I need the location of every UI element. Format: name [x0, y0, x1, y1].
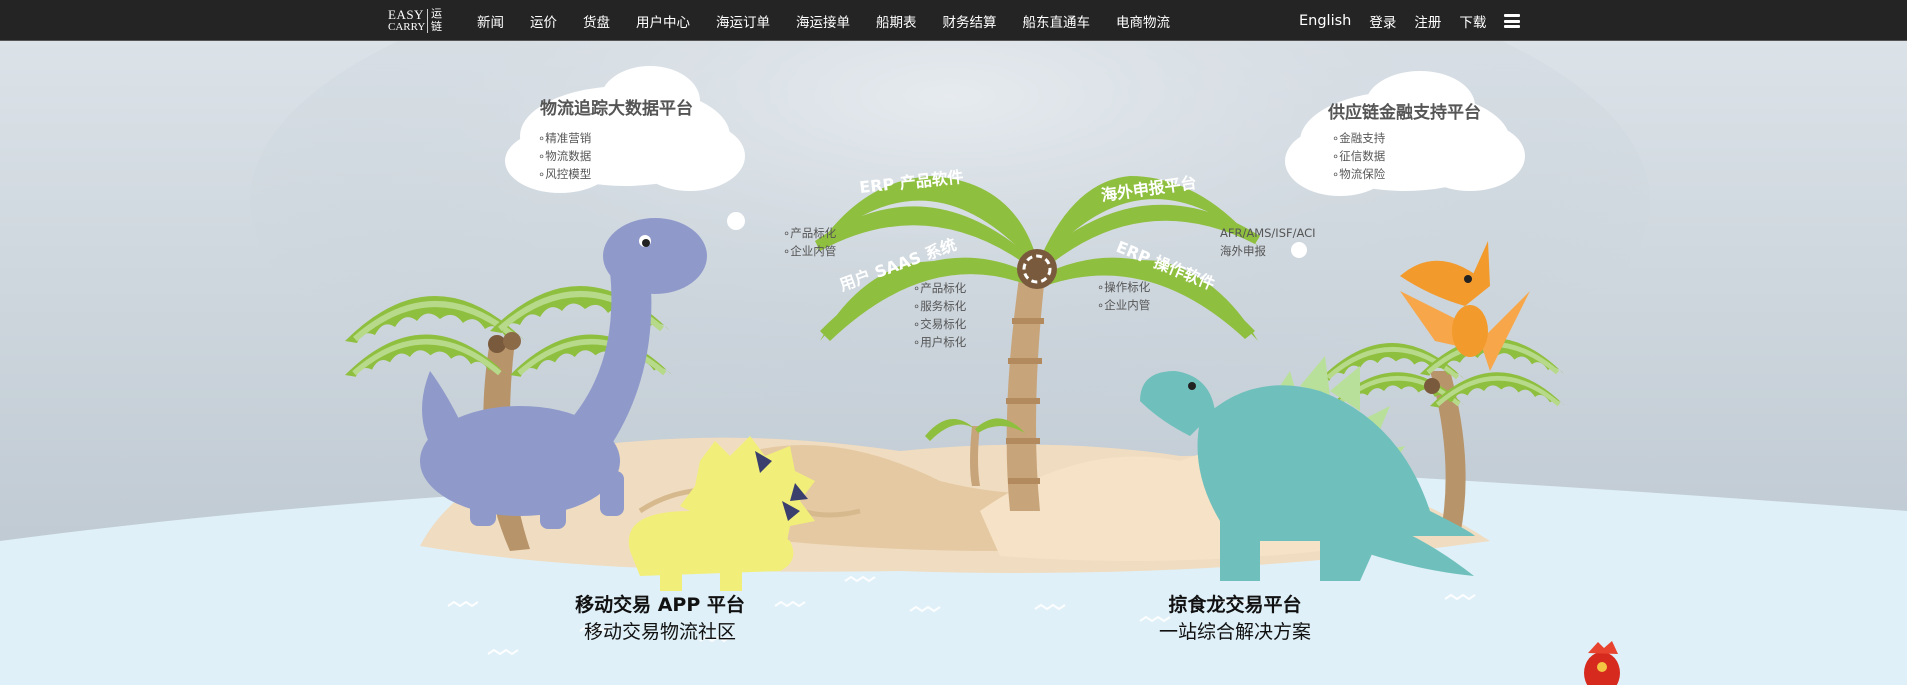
register-link[interactable]: 注册 [1414, 11, 1441, 31]
mobile-app-platform-subtitle: 移动交易物流社区 [583, 621, 736, 643]
nav-sea-accept-orders[interactable]: 海运接单 [796, 11, 850, 31]
nav-freight-rates[interactable]: 运价 [530, 11, 557, 31]
nav-schedule[interactable]: 船期表 [876, 11, 917, 31]
top-nav-bar: EASY CARRY 运链 新闻 运价 货盘 用户中心 海运订单 海运接单 船期… [0, 0, 1907, 41]
left-cloud-title: 物流追踪大数据平台 [540, 99, 693, 119]
nav-finance[interactable]: 财务结算 [943, 11, 997, 31]
predator-platform-title: 掠食龙交易平台 [1168, 594, 1302, 616]
left-cloud-item: ∘物流数据 [538, 149, 592, 163]
download-link[interactable]: 下载 [1459, 11, 1486, 31]
nav-sea-orders[interactable]: 海运订单 [716, 11, 770, 31]
hero-illustration: ERP 产品软件 海外申报平台 用户 SAAS 系统 ERP 操作软件 物流追踪… [0, 41, 1907, 685]
erp-product-item: ∘产品标化 [783, 226, 837, 240]
easycarry-logo[interactable]: EASY CARRY 运链 [388, 6, 444, 36]
overseas-declaration-item: 海外申报 [1220, 244, 1266, 258]
erp-product-item: ∘企业内管 [783, 244, 837, 258]
saas-system-item: ∘用户标化 [913, 335, 967, 349]
predator-platform-block[interactable]: 掠食龙交易平台 一站综合解决方案 [1095, 590, 1375, 644]
right-cloud-item: ∘物流保险 [1332, 167, 1386, 181]
nav-shipowner-direct[interactable]: 船东直通车 [1023, 11, 1091, 31]
login-link[interactable]: 登录 [1369, 11, 1396, 31]
right-cloud-item: ∘金融支持 [1332, 131, 1386, 145]
language-english-link[interactable]: English [1299, 13, 1351, 29]
saas-system-item: ∘产品标化 [913, 281, 967, 295]
nav-user-center[interactable]: 用户中心 [636, 11, 690, 31]
logo-chinese: 运链 [431, 7, 442, 33]
nav-ecommerce-logistics[interactable]: 电商物流 [1116, 11, 1170, 31]
mobile-app-platform-block[interactable]: 移动交易 APP 平台 移动交易物流社区 [520, 590, 800, 644]
left-cloud-item: ∘精准营销 [538, 131, 592, 145]
predator-platform-subtitle: 一站综合解决方案 [1158, 621, 1311, 643]
overseas-declaration-item: AFR/AMS/ISF/ACI [1220, 226, 1316, 240]
mobile-app-platform-title: 移动交易 APP 平台 [575, 594, 745, 616]
nav-cargo[interactable]: 货盘 [583, 11, 610, 31]
nav-news[interactable]: 新闻 [477, 11, 504, 31]
scene-graphic: ERP 产品软件 海外申报平台 用户 SAAS 系统 ERP 操作软件 [0, 41, 1907, 685]
logo-separator [427, 9, 428, 33]
saas-system-item: ∘服务标化 [913, 299, 967, 313]
erp-operation-item: ∘操作标化 [1097, 280, 1151, 294]
main-nav: 新闻 运价 货盘 用户中心 海运订单 海运接单 船期表 财务结算 船东直通车 电… [477, 0, 1196, 41]
logo-text-bottom: CARRY [388, 21, 426, 33]
left-cloud-item: ∘风控模型 [538, 167, 592, 181]
right-cloud-title: 供应链金融支持平台 [1328, 103, 1481, 123]
menu-icon[interactable] [1504, 14, 1520, 28]
account-nav: English 登录 注册 下载 [1299, 0, 1504, 41]
saas-system-item: ∘交易标化 [913, 317, 967, 331]
erp-operation-item: ∘企业内管 [1097, 298, 1151, 312]
right-cloud-item: ∘征信数据 [1332, 149, 1386, 163]
